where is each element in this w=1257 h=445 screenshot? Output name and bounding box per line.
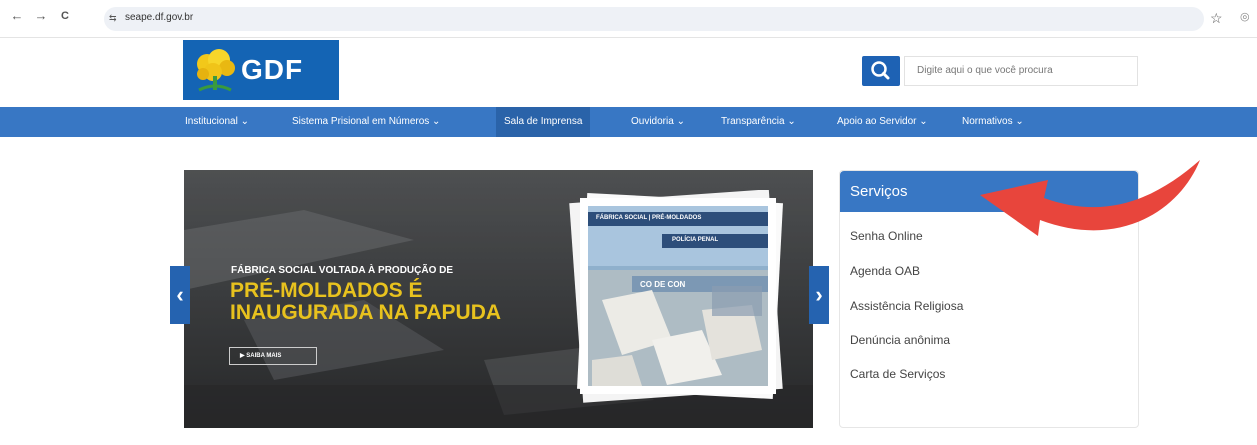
slide-photo-stack: FÁBRICA SOCIAL | PRÉ-MOLDADOS POLÍCIA PE… — [562, 189, 792, 406]
reload-icon[interactable]: C — [56, 10, 74, 22]
logo-text: GDF — [241, 54, 304, 85]
bookmark-star-icon[interactable]: ☆ — [1210, 10, 1223, 27]
annotation-arrow-icon — [980, 160, 1200, 236]
carousel-prev-button[interactable]: ‹ — [170, 266, 190, 324]
search-button[interactable] — [862, 56, 900, 86]
gdf-logo[interactable]: GDF — [183, 40, 339, 100]
search-input[interactable]: Digite aqui o que você procura — [904, 56, 1138, 86]
browser-toolbar: ← → C ⇆ seape.df.gov.br ☆ ◎ — [0, 0, 1257, 38]
service-link-assistencia-religiosa[interactable]: Assistência Religiosa — [850, 299, 963, 313]
photo-sign-policia: POLÍCIA PENAL — [672, 237, 719, 243]
nav-item-institucional[interactable]: Institucional ⌄ — [185, 107, 249, 137]
service-link-carta-de-servicos[interactable]: Carta de Serviços — [850, 367, 945, 381]
nav-item-apoio-ao-servidor[interactable]: Apoio ao Servidor ⌄ — [837, 107, 928, 137]
back-icon[interactable]: ← — [8, 8, 26, 23]
main-navigation: Institucional ⌄ Sistema Prisional em Núm… — [0, 107, 1257, 137]
service-link-denuncia-anonima[interactable]: Denúncia anônima — [850, 333, 950, 347]
saiba-mais-button[interactable]: ▶ SAIBA MAIS — [229, 347, 317, 365]
site-info-icon[interactable]: ⇆ — [109, 13, 117, 24]
photo-sign-centro: CO DE CON — [640, 280, 686, 289]
slide-headline-line1: PRÉ-MOLDADOS É — [230, 279, 423, 302]
nav-item-ouvidoria[interactable]: Ouvidoria ⌄ — [631, 107, 685, 137]
chevron-right-icon: › — [815, 282, 823, 307]
url-text[interactable]: seape.df.gov.br — [125, 12, 193, 23]
chevron-left-icon: ‹ — [176, 282, 184, 307]
forward-icon[interactable]: → — [32, 8, 50, 23]
address-bar[interactable] — [104, 7, 1204, 31]
nav-item-transparencia[interactable]: Transparência ⌄ — [721, 107, 796, 137]
search-icon — [871, 61, 890, 80]
slide-kicker: FÁBRICA SOCIAL VOLTADA À PRODUÇÃO DE — [231, 265, 454, 276]
slide-headline-line2: INAUGURADA NA PAPUDA — [230, 301, 502, 324]
news-carousel-slide[interactable]: FÁBRICA SOCIAL | PRÉ-MOLDADOS POLÍCIA PE… — [184, 170, 813, 428]
ipe-tree-icon — [197, 49, 235, 92]
extension-icon[interactable]: ◎ — [1240, 10, 1250, 23]
nav-item-sistema-prisional[interactable]: Sistema Prisional em Números ⌄ — [292, 107, 440, 137]
carousel-next-button[interactable]: › — [809, 266, 829, 324]
service-link-senha-online[interactable]: Senha Online — [850, 229, 923, 243]
photo-sign-fabrica: FÁBRICA SOCIAL | PRÉ-MOLDADOS — [596, 215, 702, 221]
nav-item-normativos[interactable]: Normativos ⌄ — [962, 107, 1024, 137]
nav-item-sala-de-imprensa[interactable]: Sala de Imprensa — [496, 107, 591, 137]
service-link-agenda-oab[interactable]: Agenda OAB — [850, 264, 920, 278]
